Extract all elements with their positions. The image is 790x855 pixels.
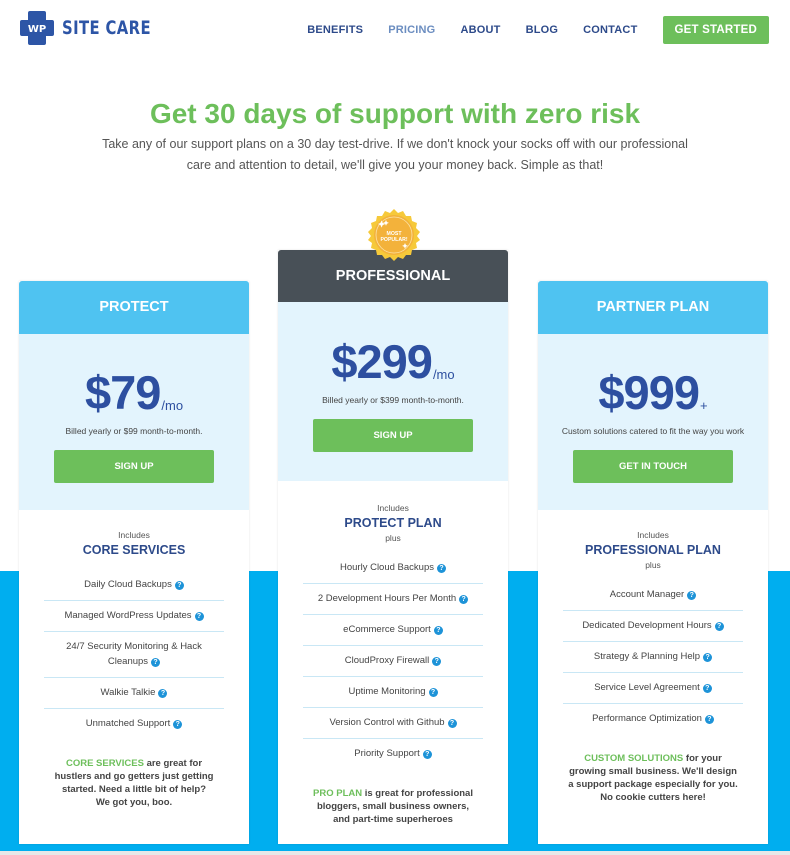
feature-item: eCommerce Support? — [303, 615, 483, 646]
plan-name: PROTECT — [19, 281, 249, 334]
help-icon[interactable]: ? — [158, 689, 168, 698]
includes-label: Includes — [377, 503, 409, 513]
help-icon[interactable]: ? — [687, 591, 697, 600]
feature-item: Priority Support? — [303, 739, 483, 769]
help-icon[interactable]: ? — [173, 720, 183, 729]
feature-item: Service Level Agreement? — [563, 673, 743, 704]
includes-title: PROFESSIONAL PLAN — [585, 543, 721, 557]
plus-label: plus — [385, 533, 401, 543]
help-icon[interactable]: ? — [702, 684, 712, 693]
help-icon[interactable]: ? — [459, 595, 469, 604]
help-icon[interactable]: ? — [422, 750, 432, 759]
plan-price: $299 — [331, 335, 433, 388]
plan-blurb: PRO PLAN is great for professional blogg… — [313, 788, 473, 825]
feature-item: Performance Optimization? — [563, 704, 743, 734]
feature-item: Daily Cloud Backups? — [44, 570, 224, 601]
plan-blurb: CORE SERVICES are great for hustlers and… — [54, 758, 214, 808]
plan-card-partner: PARTNER PLAN $999 + Custom solutions cat… — [538, 281, 768, 844]
plan-features-panel: Includes PROTECT PLAN plus Hourly Cloud … — [278, 481, 508, 826]
help-icon[interactable]: ? — [704, 715, 714, 724]
site-header: WP SITE CARE BENEFITS PRICING ABOUT BLOG… — [0, 0, 790, 58]
plan-price-period: /mo — [432, 367, 455, 382]
feature-item: Hourly Cloud Backups? — [303, 553, 483, 584]
help-icon[interactable]: ? — [433, 626, 443, 635]
nav-benefits[interactable]: BENEFITS — [307, 24, 363, 36]
page-title: Get 30 days of support with zero risk — [149, 98, 641, 129]
help-icon[interactable]: ? — [428, 688, 438, 697]
plan-card-protect: PROTECT $79 /mo Billed yearly or $99 mon… — [19, 281, 249, 844]
plan-billing-note: Billed yearly or $99 month-to-month. — [65, 426, 203, 436]
plan-blurb-highlight: CORE SERVICES — [65, 758, 144, 769]
page-subtitle: Take any of our support plans on a 30 da… — [102, 137, 688, 172]
sign-up-button[interactable]: SIGN UP — [313, 419, 473, 452]
help-icon[interactable]: ? — [447, 719, 457, 728]
feature-item: Strategy & Planning Help? — [563, 642, 743, 673]
plan-billing-note: Billed yearly or $399 month-to-month. — [322, 395, 464, 405]
plan-blurb-highlight: CUSTOM SOLUTIONS — [584, 753, 684, 764]
feature-item: CloudProxy Firewall? — [303, 646, 483, 677]
feature-list: Account Manager? Dedicated Development H… — [563, 580, 743, 734]
badge-line-2: POPULAR! — [380, 237, 407, 243]
includes-label: Includes — [637, 530, 669, 540]
feature-item: Managed WordPress Updates? — [44, 601, 224, 632]
includes-label: Includes — [118, 530, 150, 540]
help-icon[interactable]: ? — [437, 564, 446, 573]
nav-contact[interactable]: CONTACT — [583, 24, 637, 36]
feature-item: Uptime Monitoring? — [303, 677, 483, 708]
plan-features-panel: Includes PROFESSIONAL PLAN plus Account … — [538, 510, 768, 804]
plan-price-suffix: + — [699, 398, 708, 413]
plan-name: PARTNER PLAN — [538, 281, 768, 334]
feature-item: Version Control with Github? — [303, 708, 483, 739]
feature-item: Dedicated Development Hours? — [563, 611, 743, 642]
feature-item: Account Manager? — [563, 580, 743, 611]
plan-blurb: CUSTOM SOLUTIONS for your growing small … — [568, 753, 738, 803]
plan-price-panel: $999 + Custom solutions catered to fit t… — [538, 334, 768, 510]
nav-blog[interactable]: BLOG — [526, 24, 559, 36]
plan-price: $79 — [84, 366, 161, 419]
sign-up-button[interactable]: SIGN UP — [54, 450, 214, 483]
help-icon[interactable]: ? — [703, 653, 713, 662]
feature-item: 24/7 Security Monitoring & Hack Cleanups… — [44, 632, 224, 678]
get-started-button[interactable]: GET STARTED — [662, 16, 769, 44]
includes-title: PROTECT PLAN — [344, 516, 442, 530]
feature-item: Unmatched Support? — [44, 709, 224, 739]
feature-item: Walkie Talkie? — [44, 678, 224, 709]
get-in-touch-button[interactable]: GET IN TOUCH — [573, 450, 733, 483]
nav-pricing[interactable]: PRICING — [388, 24, 435, 36]
nav-about[interactable]: ABOUT — [460, 24, 500, 36]
help-icon[interactable]: ? — [174, 581, 184, 590]
logo-cross-icon: WP — [20, 11, 54, 45]
plan-price-panel: $299 /mo Billed yearly or $399 month-to-… — [278, 302, 508, 481]
help-icon[interactable]: ? — [714, 622, 724, 631]
help-icon[interactable]: ? — [151, 658, 161, 667]
logo-text: SITE CARE — [62, 17, 151, 39]
feature-item: 2 Development Hours Per Month? — [303, 584, 483, 615]
feature-list: Hourly Cloud Backups? 2 Development Hour… — [303, 553, 483, 769]
logo[interactable]: WP SITE CARE — [19, 10, 176, 46]
plan-billing-note: Custom solutions catered to fit the way … — [561, 426, 745, 436]
plan-price-period: /mo — [161, 398, 184, 413]
includes-title: CORE SERVICES — [82, 543, 186, 557]
most-popular-badge: MOST POPULAR! — [368, 209, 420, 261]
feature-list: Daily Cloud Backups? Managed WordPress U… — [44, 570, 224, 739]
plan-features-panel: Includes CORE SERVICES Daily Cloud Backu… — [19, 510, 249, 809]
help-icon[interactable]: ? — [194, 612, 204, 621]
main-nav: BENEFITS PRICING ABOUT BLOG CONTACT GET … — [307, 16, 769, 44]
plan-card-professional: PROFESSIONAL $299 /mo Billed yearly or $… — [278, 250, 508, 844]
logo-mark-text: WP — [28, 24, 46, 35]
plan-blurb-highlight: PRO PLAN — [313, 788, 363, 799]
help-icon[interactable]: ? — [432, 657, 442, 666]
plan-price-panel: $79 /mo Billed yearly or $99 month-to-mo… — [19, 334, 249, 510]
plan-price: $999 — [598, 366, 700, 419]
band-bottom-divider — [0, 851, 790, 855]
plus-label: plus — [645, 560, 661, 570]
